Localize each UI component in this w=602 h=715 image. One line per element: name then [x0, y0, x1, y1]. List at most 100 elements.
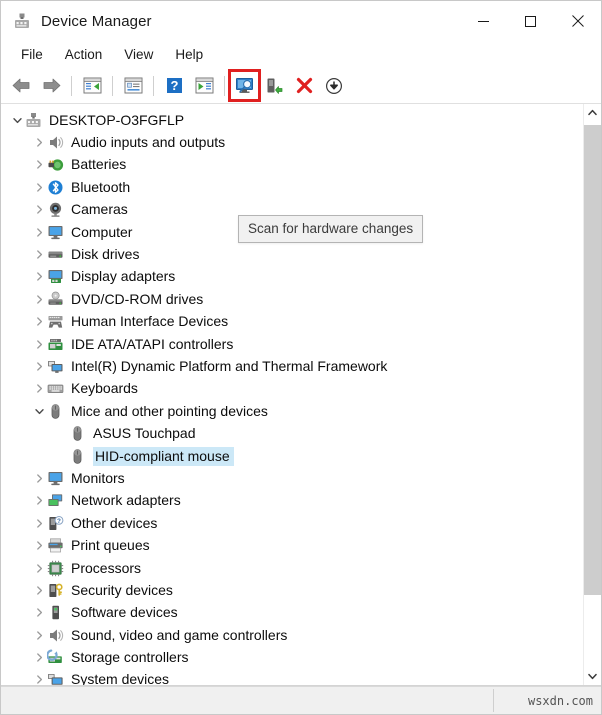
chevron-right-icon[interactable] — [31, 266, 47, 288]
maximize-button[interactable] — [507, 1, 554, 41]
tree-row[interactable]: Monitors — [1, 467, 583, 489]
chevron-right-icon[interactable] — [31, 132, 47, 154]
back-button[interactable] — [6, 72, 36, 100]
tree-row[interactable]: Disk drives — [1, 243, 583, 265]
tree-row[interactable]: DESKTOP-O3FGFLP — [1, 109, 583, 131]
tree-row-label: Computer — [71, 223, 133, 240]
tree-row[interactable]: Human Interface Devices — [1, 311, 583, 333]
tree-row-label: Cameras — [71, 201, 128, 218]
tree-row-label: Disk drives — [71, 246, 140, 263]
chevron-right-icon[interactable] — [31, 602, 47, 624]
tree-row[interactable]: IDE ATA/ATAPI controllers — [1, 333, 583, 355]
tree-row[interactable]: Print queues — [1, 534, 583, 556]
chevron-right-icon[interactable] — [31, 647, 47, 669]
help-button[interactable]: ? — [159, 72, 189, 100]
menu-help[interactable]: Help — [164, 44, 214, 65]
update-driver-button[interactable] — [259, 72, 289, 100]
chevron-down-icon[interactable] — [31, 400, 47, 422]
tree-row[interactable]: Display adapters — [1, 266, 583, 288]
chevron-right-icon[interactable] — [31, 624, 47, 646]
dvd-drive-icon — [47, 291, 64, 308]
tree-row[interactable]: Keyboards — [1, 378, 583, 400]
chevron-right-icon[interactable] — [31, 333, 47, 355]
tree-row-label: HID-compliant mouse — [93, 446, 234, 466]
menu-view[interactable]: View — [113, 44, 164, 65]
properties-button[interactable] — [118, 72, 148, 100]
tree-row[interactable]: Intel(R) Dynamic Platform and Thermal Fr… — [1, 355, 583, 377]
tree-row[interactable]: Batteries — [1, 154, 583, 176]
uninstall-device-button[interactable] — [289, 72, 319, 100]
tree-row-label: Sound, video and game controllers — [71, 626, 288, 643]
tree-row[interactable]: Network adapters — [1, 490, 583, 512]
disable-device-button[interactable] — [319, 72, 349, 100]
tree-row-label: Processors — [71, 559, 142, 576]
tree-row-label: Bluetooth — [71, 178, 131, 195]
console-tree-icon — [83, 77, 101, 94]
tree-row[interactable]: Mice and other pointing devices — [1, 400, 583, 422]
computer-root-icon — [25, 112, 42, 129]
tree-row[interactable]: Bluetooth — [1, 176, 583, 198]
chevron-right-icon[interactable] — [31, 512, 47, 534]
down-arrow-circle-icon — [325, 77, 343, 94]
show-window-button[interactable] — [189, 72, 219, 100]
storage-controller-icon — [46, 649, 64, 666]
device-tree[interactable]: DESKTOP-O3FGFLP Audio inputs and outputs B… — [1, 104, 583, 685]
printer-icon — [47, 537, 64, 554]
scrollbar-thumb[interactable] — [584, 125, 601, 596]
chevron-right-icon[interactable] — [31, 154, 47, 176]
chevron-down-icon[interactable] — [9, 109, 25, 131]
close-button[interactable] — [554, 1, 601, 41]
tree-row[interactable]: Security devices — [1, 579, 583, 601]
scroll-down-button[interactable] — [584, 668, 601, 685]
scroll-up-button[interactable] — [584, 104, 601, 121]
network-adapter-icon — [47, 492, 64, 509]
chevron-right-icon[interactable] — [31, 490, 47, 512]
tree-row-label: Human Interface Devices — [71, 313, 229, 330]
chevron-right-icon[interactable] — [31, 467, 47, 489]
menu-action[interactable]: Action — [54, 44, 114, 65]
mouse-icon — [47, 403, 64, 420]
tree-row[interactable]: HID-compliant mouse — [1, 445, 583, 467]
forward-button[interactable] — [36, 72, 66, 100]
menu-file[interactable]: File — [10, 44, 54, 65]
tree-row-label: Monitors — [71, 469, 125, 486]
device-manager-icon — [13, 12, 31, 30]
scan-for-hardware-changes-button[interactable] — [228, 69, 261, 102]
chevron-right-icon[interactable] — [31, 579, 47, 601]
statusbar-divider — [493, 689, 494, 712]
tree-row[interactable]: ? Other devices — [1, 512, 583, 534]
toolbar: ? — [1, 68, 601, 104]
speaker-icon — [47, 134, 64, 151]
svg-text:?: ? — [170, 78, 178, 93]
chevron-right-icon[interactable] — [31, 244, 47, 266]
tree-row[interactable]: ASUS Touchpad — [1, 422, 583, 444]
chevron-right-icon[interactable] — [31, 378, 47, 400]
tree-row[interactable]: Software devices — [1, 602, 583, 624]
tree-row[interactable]: System devices — [1, 669, 583, 685]
menu-bar: File Action View Help — [1, 41, 601, 68]
chevron-right-icon[interactable] — [31, 355, 47, 377]
chevron-right-icon[interactable] — [31, 199, 47, 221]
watermark: wsxdn.com — [527, 693, 593, 708]
chevron-right-icon[interactable] — [31, 557, 47, 579]
chevron-right-icon[interactable] — [31, 221, 47, 243]
tree-row[interactable]: Sound, video and game controllers — [1, 624, 583, 646]
chevron-right-icon[interactable] — [31, 311, 47, 333]
tree-row-label: Print queues — [71, 537, 150, 554]
chevron-right-icon[interactable] — [31, 669, 47, 685]
vertical-scrollbar[interactable] — [583, 104, 601, 685]
tree-row[interactable]: Storage controllers — [1, 646, 583, 668]
chevron-right-icon[interactable] — [31, 535, 47, 557]
monitor-icon — [47, 470, 64, 487]
minimize-button[interactable] — [460, 1, 507, 41]
toolbar-separator-4 — [224, 75, 225, 96]
tree-row-label: Intel(R) Dynamic Platform and Thermal Fr… — [71, 357, 388, 374]
chevron-right-icon[interactable] — [31, 176, 47, 198]
chevron-right-icon[interactable] — [31, 288, 47, 310]
tree-row[interactable]: Audio inputs and outputs — [1, 131, 583, 153]
back-arrow-icon — [12, 78, 29, 93]
tree-row[interactable]: DVD/CD-ROM drives — [1, 288, 583, 310]
tree-row[interactable]: Processors — [1, 557, 583, 579]
scrollbar-track[interactable] — [584, 121, 601, 668]
show-hide-console-tree-button[interactable] — [77, 72, 107, 100]
